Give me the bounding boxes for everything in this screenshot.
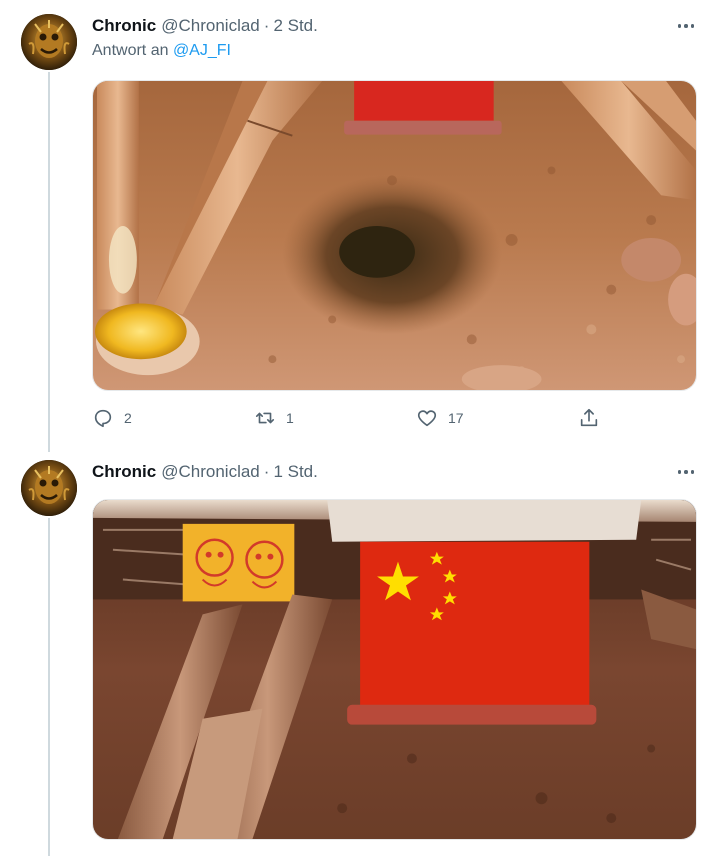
- reply-context: Antwort an @AJ_FI: [92, 42, 231, 60]
- lander-flag-photo: [93, 500, 696, 839]
- separator: ·: [263, 16, 270, 35]
- lander-soil-photo: [93, 81, 696, 390]
- comment-icon: [94, 409, 112, 428]
- more-dots-icon[interactable]: [674, 18, 698, 34]
- like-count: 17: [448, 410, 464, 426]
- avatar[interactable]: [21, 14, 77, 70]
- separator: ·: [263, 462, 270, 481]
- author-name[interactable]: Chronic: [92, 16, 156, 36]
- reply-button[interactable]: 2: [92, 407, 132, 429]
- tweet-photo[interactable]: [92, 499, 697, 840]
- heart-icon: [417, 410, 437, 427]
- retweet-count: 1: [286, 410, 294, 426]
- reply-prefix: Antwort an: [92, 42, 169, 59]
- share-icon: [580, 408, 598, 427]
- timestamp[interactable]: 2 Std.: [273, 16, 317, 36]
- tweet-header: Chronic @Chroniclad · 2 Std.: [92, 14, 318, 38]
- reply-handle-link[interactable]: @AJ_FI: [173, 42, 231, 59]
- author-handle[interactable]: @Chroniclad: [161, 16, 260, 36]
- tweet-photo[interactable]: [92, 80, 697, 391]
- like-button[interactable]: 17: [416, 407, 464, 429]
- timestamp[interactable]: 1 Std.: [273, 462, 317, 482]
- tweet[interactable]: Chronic @Chroniclad · 1 Std.: [0, 460, 720, 856]
- share-button[interactable]: [578, 407, 600, 429]
- avatar[interactable]: [21, 460, 77, 516]
- reply-count: 2: [124, 410, 132, 426]
- retweet-button[interactable]: 1: [254, 407, 294, 429]
- author-handle[interactable]: @Chroniclad: [161, 462, 260, 482]
- tweet[interactable]: Chronic @Chroniclad · 2 Std. Antwort an …: [0, 14, 720, 444]
- tweet-actions: 2 1 17: [92, 407, 612, 431]
- author-name[interactable]: Chronic: [92, 462, 156, 482]
- tweet-header: Chronic @Chroniclad · 1 Std.: [92, 460, 318, 484]
- more-dots-icon[interactable]: [674, 464, 698, 480]
- retweet-icon: [255, 412, 275, 424]
